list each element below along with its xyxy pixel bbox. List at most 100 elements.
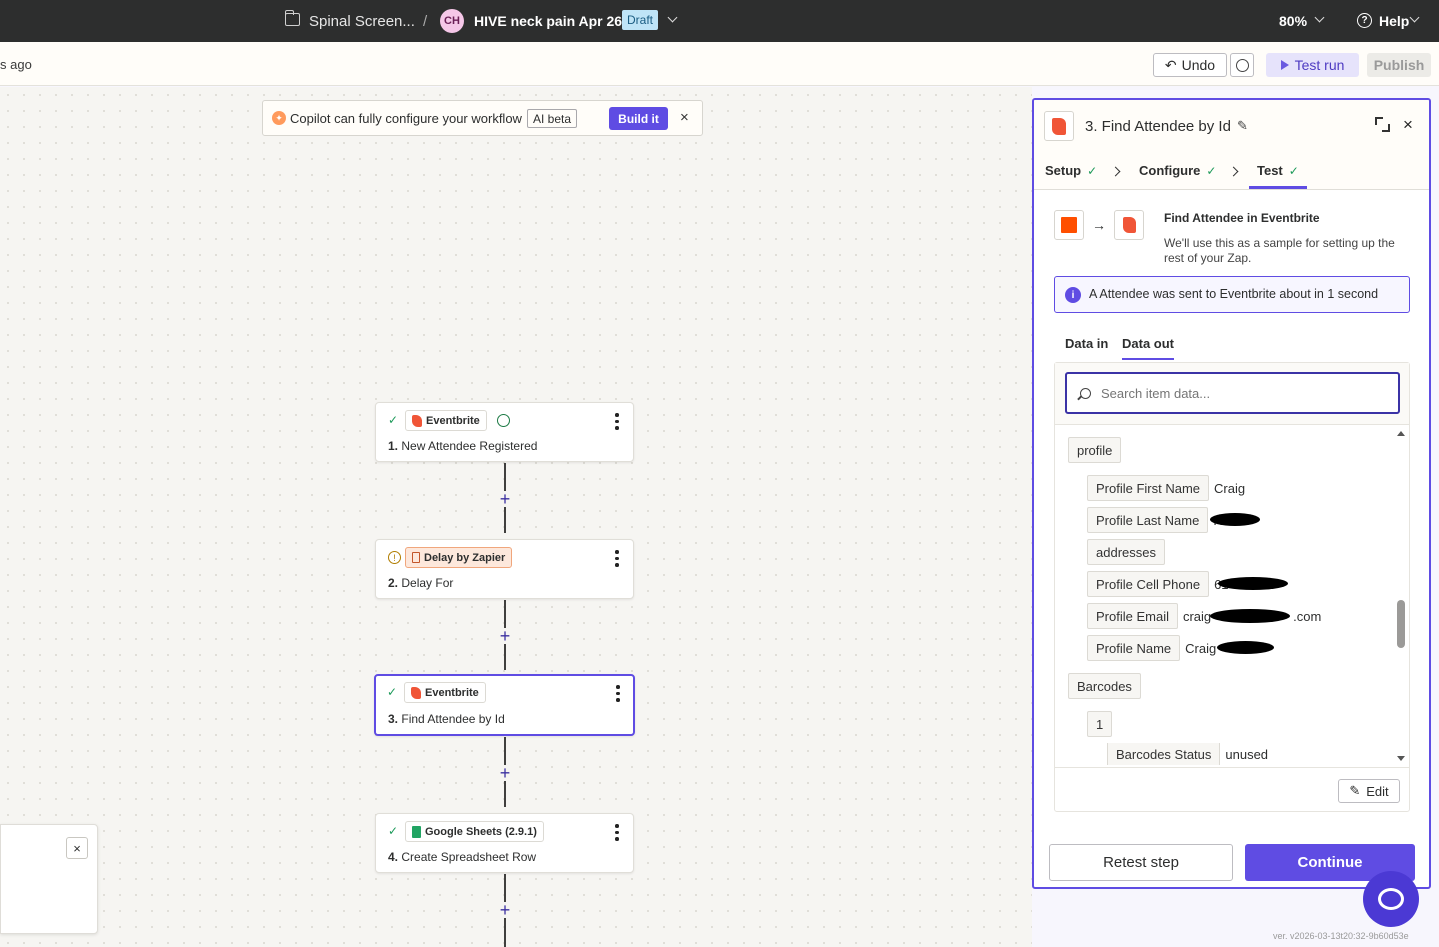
close-icon[interactable]: × <box>1403 115 1413 135</box>
chat-support-button[interactable] <box>1363 871 1419 927</box>
more-options-icon[interactable] <box>615 824 619 841</box>
data-field-barcode-status[interactable]: Barcodes Status unused <box>1107 743 1268 765</box>
more-options-icon[interactable] <box>616 685 620 702</box>
check-icon: ✓ <box>388 824 399 838</box>
breadcrumb-separator: / <box>423 12 428 30</box>
step-details-panel: 3. Find Attendee by Id ✎ × Setup ✓ Confi… <box>1032 98 1431 889</box>
step-card-3[interactable]: ✓ Eventbrite 3. Find Attendee by Id <box>374 674 635 736</box>
data-field-profile[interactable]: profile <box>1068 437 1122 463</box>
build-it-button[interactable]: Build it <box>609 107 668 130</box>
scroll-up-arrow[interactable] <box>1397 431 1405 436</box>
eventbrite-app-icon <box>1114 210 1144 240</box>
active-tab-indicator <box>1122 358 1174 360</box>
search-input[interactable] <box>1065 372 1400 414</box>
redaction-mark <box>1210 513 1260 526</box>
publish-button[interactable]: Publish <box>1367 53 1431 77</box>
zapier-icon <box>1054 210 1084 240</box>
close-icon[interactable]: × <box>680 109 689 126</box>
zoom-level[interactable]: 80% <box>1279 0 1307 42</box>
expand-icon[interactable] <box>1375 117 1390 132</box>
app-chip: Google Sheets (2.9.1) <box>405 821 544 842</box>
zoom-chevron-down-icon[interactable] <box>1314 12 1325 23</box>
play-icon <box>1280 60 1289 70</box>
summary-description: We'll use this as a sample for setting u… <box>1164 236 1395 265</box>
avatar[interactable]: CH <box>440 9 464 33</box>
more-options-icon[interactable] <box>615 413 619 430</box>
tab-setup[interactable]: Setup ✓ <box>1045 163 1097 178</box>
step-card-4[interactable]: ✓ Google Sheets (2.9.1) 4. Create Spread… <box>375 813 634 873</box>
help-icon[interactable]: ? <box>1357 13 1372 28</box>
tab-data-out[interactable]: Data out <box>1122 336 1174 351</box>
step-card-1[interactable]: ✓ Eventbrite 1. New Attendee Registered <box>375 402 634 462</box>
data-field-first-name[interactable]: Profile First Name Craig <box>1087 475 1245 501</box>
warning-icon: ! <box>388 551 401 564</box>
tab-data-in[interactable]: Data in <box>1065 336 1108 351</box>
step-card-2[interactable]: ! Delay by Zapier 2. Delay For <box>375 539 634 599</box>
data-field-addresses[interactable]: addresses <box>1087 539 1165 565</box>
folder-breadcrumb[interactable]: Spinal Screen... <box>309 0 415 42</box>
info-alert: i A Attendee was sent to Eventbrite abou… <box>1054 276 1410 313</box>
data-field-last-name[interactable]: Profile Last Name H <box>1087 507 1223 533</box>
copilot-banner: ✦ Copilot can fully configure your workf… <box>262 100 703 136</box>
test-run-button[interactable]: Test run <box>1266 53 1359 77</box>
editor-toolbar: s ago ↶ Undo Test run Publish <box>0 42 1439 86</box>
panel-header: 3. Find Attendee by Id ✎ × <box>1034 100 1429 152</box>
check-icon: ✓ <box>1087 163 1098 178</box>
step-title: 4. Create Spreadsheet Row <box>388 850 537 864</box>
scroll-down-arrow[interactable] <box>1397 756 1405 761</box>
tab-test[interactable]: Test ✓ <box>1257 163 1299 178</box>
add-step-button[interactable]: + <box>497 489 513 509</box>
zap-name[interactable]: HIVE neck pain Apr 26 <box>474 0 622 42</box>
hourglass-icon <box>412 552 420 563</box>
data-field-cell-phone[interactable]: Profile Cell Phone 61 <box>1087 571 1229 597</box>
data-field-barcodes[interactable]: Barcodes <box>1068 673 1141 699</box>
google-sheets-icon <box>412 825 421 838</box>
add-step-button[interactable]: + <box>497 626 513 646</box>
help-chevron-down-icon[interactable] <box>1409 12 1420 23</box>
data-field-barcode-index[interactable]: 1 <box>1087 711 1113 737</box>
left-floating-panel: × <box>0 824 98 934</box>
info-icon: i <box>1065 287 1081 303</box>
data-box-footer: ✎ Edit <box>1055 767 1409 811</box>
search-icon <box>1080 388 1091 399</box>
data-field-profile-name[interactable]: Profile Name Craig <box>1087 635 1216 661</box>
undo-button[interactable]: ↶ Undo <box>1153 53 1227 77</box>
check-icon: ✓ <box>1288 163 1299 178</box>
check-icon: ✓ <box>388 413 399 427</box>
edit-button[interactable]: ✎ Edit <box>1338 779 1400 803</box>
chevron-down-icon[interactable] <box>667 12 678 23</box>
folder-icon[interactable] <box>284 10 300 26</box>
app-icon <box>1044 111 1074 141</box>
data-output-box: profile Profile First Name Craig Profile… <box>1054 362 1410 812</box>
app-chip: Eventbrite <box>405 410 487 431</box>
step-title: 1. New Attendee Registered <box>388 439 538 453</box>
top-bar: Spinal Screen... / CH HIVE neck pain Apr… <box>0 0 1439 42</box>
retest-step-button[interactable]: Retest step <box>1049 844 1233 881</box>
step-title: 3. Find Attendee by Id <box>388 712 505 726</box>
app-flow-icons: → <box>1054 210 1144 240</box>
copilot-icon: ✦ <box>272 111 286 125</box>
status-badge: Draft <box>622 10 659 30</box>
eventbrite-icon <box>1052 117 1066 135</box>
undo-icon: ↶ <box>1164 56 1177 73</box>
close-icon[interactable]: × <box>66 837 88 859</box>
trigger-icon <box>497 414 510 427</box>
saved-status: s ago <box>0 57 32 72</box>
scrollbar[interactable] <box>1397 600 1405 648</box>
add-step-button[interactable]: + <box>497 763 513 783</box>
search-area <box>1055 363 1409 425</box>
chat-bubble-icon <box>1378 888 1404 910</box>
check-icon: ✓ <box>1206 163 1217 178</box>
tab-configure[interactable]: Configure ✓ <box>1139 163 1216 178</box>
help-menu[interactable]: Help <box>1379 0 1409 42</box>
more-options-icon[interactable] <box>615 550 619 567</box>
panel-title[interactable]: 3. Find Attendee by Id <box>1085 118 1231 135</box>
version-history-button[interactable] <box>1230 53 1254 77</box>
pencil-icon[interactable]: ✎ <box>1237 118 1248 134</box>
summary-title: Find Attendee in Eventbrite <box>1164 211 1320 225</box>
version-label: ver. v2026-03-13t20:32-9b60d53e <box>1273 931 1409 941</box>
pencil-icon: ✎ <box>1349 783 1361 798</box>
add-step-button[interactable]: + <box>497 900 513 920</box>
arrow-right-icon: → <box>1092 217 1106 233</box>
eventbrite-icon <box>411 686 421 699</box>
